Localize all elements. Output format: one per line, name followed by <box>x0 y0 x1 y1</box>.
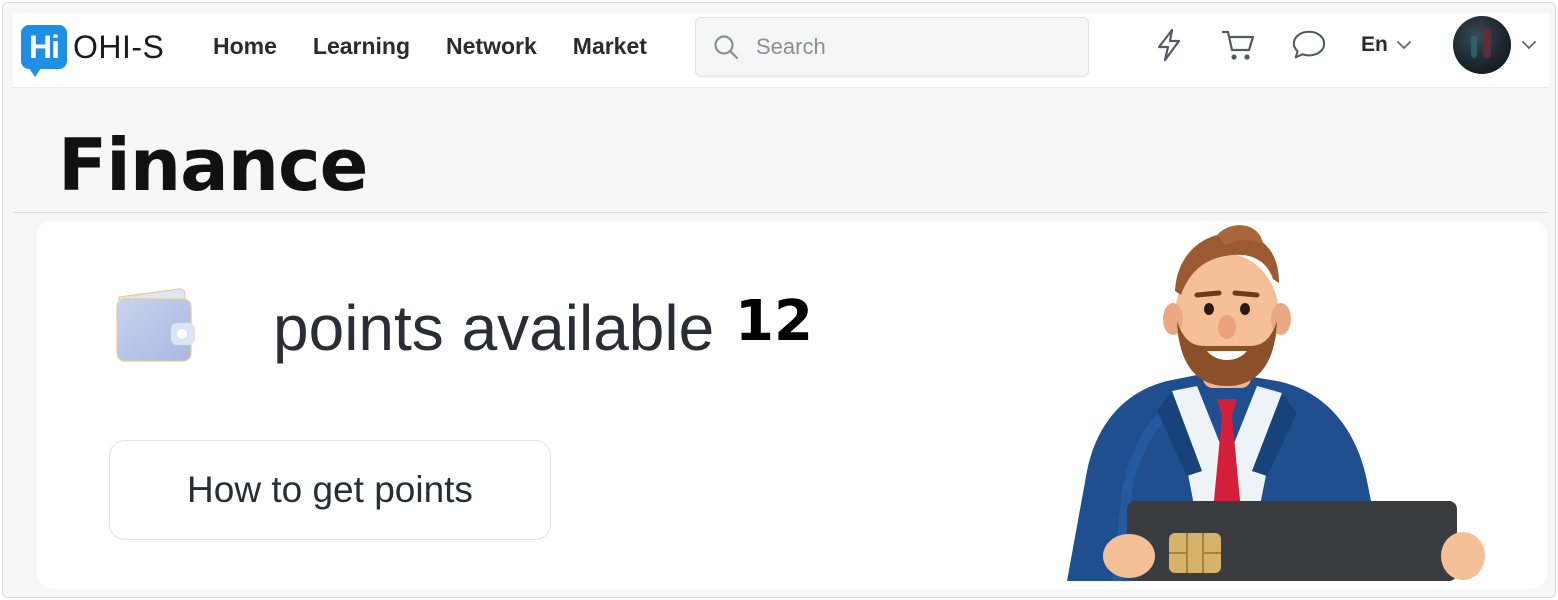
search-bar[interactable] <box>695 17 1089 77</box>
nav-item-market[interactable]: Market <box>573 33 647 60</box>
chat-icon[interactable] <box>1291 27 1327 63</box>
language-selector[interactable]: En <box>1361 33 1412 57</box>
search-input[interactable] <box>754 33 1058 61</box>
cart-icon[interactable] <box>1221 27 1257 63</box>
logo-text: OHI-S <box>73 28 165 65</box>
chevron-down-icon <box>1396 41 1411 50</box>
nav-item-network[interactable]: Network <box>446 33 537 60</box>
main-nav: Home Learning Network Market <box>213 33 647 60</box>
points-card: points available 12 How to get points <box>37 221 1547 589</box>
how-to-get-points-button[interactable]: How to get points <box>109 440 551 540</box>
app-window: Hi OHI-S Home Learning Network Market Se… <box>2 2 1556 598</box>
search-icon <box>714 35 739 60</box>
chevron-down-icon <box>1522 41 1536 50</box>
points-value: 12 <box>735 289 813 354</box>
user-menu[interactable] <box>1453 16 1537 74</box>
businessman-illustration <box>1067 225 1485 581</box>
language-label: En <box>1361 33 1388 56</box>
nav-item-learning[interactable]: Learning <box>313 33 410 60</box>
title-divider <box>13 212 1549 213</box>
logo[interactable]: Hi OHI-S <box>21 25 165 77</box>
logo-badge: Hi <box>21 25 67 77</box>
points-label: points available <box>273 292 715 364</box>
lightning-icon[interactable] <box>1151 27 1187 63</box>
avatar[interactable] <box>1453 16 1511 74</box>
nav-item-home[interactable]: Home <box>213 33 277 60</box>
page-title: Finance <box>58 123 368 207</box>
wallet-icon <box>116 288 195 362</box>
top-navbar: Hi OHI-S Home Learning Network Market Se… <box>13 13 1549 88</box>
